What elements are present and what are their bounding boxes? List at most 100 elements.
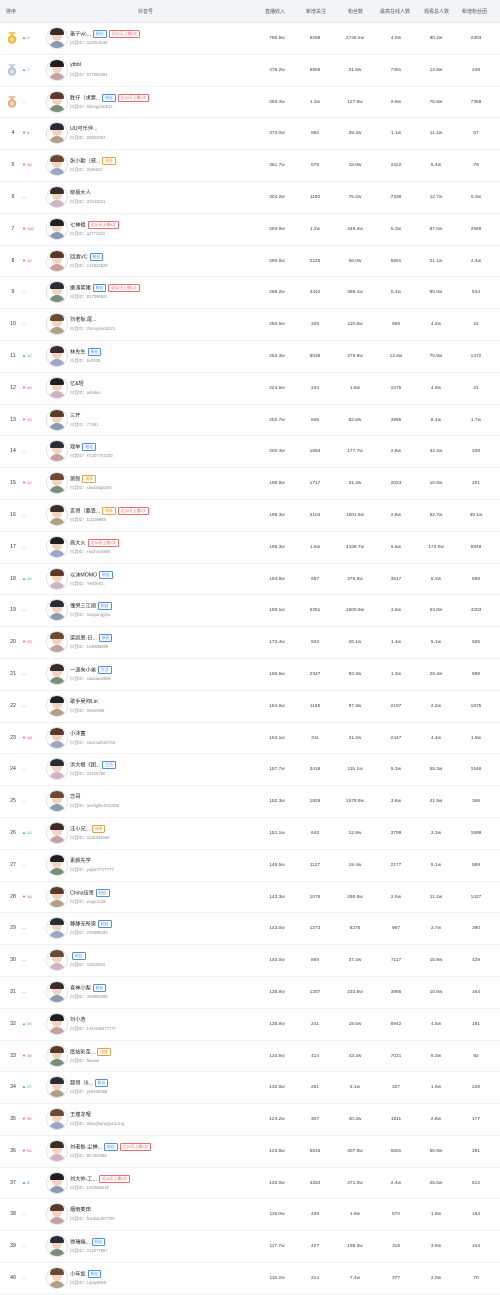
account-name[interactable]: 亿&轻 <box>70 381 84 387</box>
table-row[interactable]: 20 ▼ 23 梁凯恩-日... 新锐 抖音ID：LK8888888 173.4w 943… <box>0 627 500 659</box>
account-name[interactable]: 超哥（6... <box>70 1081 93 1087</box>
table-row[interactable]: 30— 粉丝 抖音ID：11833834 140.0w 869 37.3w 7117 15.… <box>0 945 500 977</box>
table-row[interactable]: 36 ▼ 51 刘老板-尘蝉... 粉丝 近30天上播1次 抖音ID：BC303489 1… <box>0 1136 500 1168</box>
header-viewers[interactable]: 观看总人数 <box>424 8 449 15</box>
table-row[interactable]: 17— 高大火 近30天上播1次 抖音ID：Huohuo6666 195.3w 1.6w… <box>0 532 500 564</box>
avatar[interactable] <box>46 821 68 844</box>
avatar[interactable] <box>46 1171 68 1194</box>
account-name[interactable]: 恋哥 <box>70 794 80 800</box>
table-row[interactable]: 33 ▼ 35 愿站彩圣... 偶像 抖音ID：fkaaas 134.6w 414 43.4… <box>0 1041 500 1073</box>
account-name[interactable]: 胜仔（求票... <box>70 95 100 101</box>
avatar[interactable] <box>46 917 68 940</box>
account-name[interactable]: 一波向小弟 <box>70 667 96 673</box>
account-name[interactable]: 七神祖 <box>70 222 86 228</box>
table-row[interactable]: 28 ▼ 14 China伍哥 粉丝 抖音ID：wuge1128 143.3w 1076 2… <box>0 882 500 914</box>
account-name[interactable]: 小年饭 <box>70 1271 86 1277</box>
account-name[interactable]: 洪大根《团... <box>70 763 100 769</box>
account-name[interactable]: 刘小浩 <box>70 1017 86 1023</box>
table-row[interactable]: 22— 歌手吴帅Lin 抖音ID：Wusn888 164.6w 1168 97.3w 21… <box>0 691 500 723</box>
avatar[interactable] <box>46 1139 68 1162</box>
header-estimated-income[interactable]: 直播收入 <box>265 8 285 15</box>
table-row[interactable]: 12 ▼ 40 亿&轻 抖音ID：antalun 224.6w 244 1.6w 1075 4… <box>0 373 500 405</box>
avatar[interactable] <box>46 980 68 1003</box>
avatar[interactable] <box>46 185 68 208</box>
table-row[interactable]: ▲ 2 墨子vic... 粉丝 近30天上播5次 抖音ID：110814649 785.… <box>0 23 500 55</box>
table-row[interactable]: 13 ▼ 13 三开 抖音ID：77491 202.7w 849 62.8w 3995 8.1… <box>0 405 500 437</box>
table-row[interactable]: 26 ▲ 14 汪小兄... 偶像 抖音ID：1115344568 151.1w 642 1… <box>0 818 500 850</box>
avatar[interactable] <box>46 27 68 49</box>
table-row[interactable]: 21— 一波向小弟 生活 抖音ID：xiaodao3666 166.5w 2347 93.… <box>0 659 500 691</box>
table-row[interactable]: 8 ▼ 12 回游VC 粉丝 抖音ID：144843529 290.8w 2225 56.0… <box>0 246 500 278</box>
avatar[interactable] <box>46 440 68 463</box>
table-row[interactable]: 38— 烟雨麦田 抖音ID：baoban007700 119.0w 426 1.9w 57… <box>0 1199 500 1232</box>
table-row[interactable]: — 胜仔（求票... 粉丝 近30天上播3次 抖音ID：shengzai0521 393… <box>0 87 500 119</box>
avatar[interactable] <box>46 694 68 717</box>
avatar[interactable] <box>46 344 68 367</box>
account-name[interactable]: 回游VC <box>70 254 88 260</box>
avatar[interactable] <box>46 1108 68 1131</box>
avatar[interactable] <box>46 790 68 813</box>
table-row[interactable]: 10— 刘老板.尾... 抖音ID：zhouyinan0221 260.6w 328 1… <box>0 309 500 341</box>
table-row[interactable]: 24— 洪大根《团... 生活 抖音ID：24226760 157.7w 3418 115… <box>0 754 500 787</box>
avatar[interactable] <box>46 217 68 240</box>
table-row[interactable]: 39— 徐瑞端... 粉丝 抖音ID：212277967 117.7w 427 198.3… <box>0 1231 500 1264</box>
account-name[interactable]: 刘老板.尾... <box>70 317 97 323</box>
account-name[interactable]: 嫩涛笑猪 <box>70 286 91 292</box>
account-name[interactable]: 汪小兄... <box>70 826 90 832</box>
avatar[interactable] <box>46 249 68 272</box>
account-name[interactable]: 刘老板-尘蝉... <box>70 1144 102 1150</box>
account-name[interactable]: 高大火 <box>70 540 86 546</box>
account-name[interactable]: 晓晨大人 <box>70 190 91 196</box>
avatar[interactable] <box>46 885 68 908</box>
account-name[interactable]: 烟雨麦田 <box>70 1207 91 1213</box>
account-name[interactable]: 刘大帅-工... <box>70 1176 97 1182</box>
table-row[interactable]: 11 ▲ 10 林先生 粉丝 抖音ID：lin0035 253.3w 6038 279.9w… <box>0 341 500 373</box>
account-name[interactable]: 喜神小梨 <box>70 985 91 991</box>
avatar[interactable] <box>46 535 68 558</box>
account-name[interactable]: 徐瑞端... <box>70 1240 90 1246</box>
avatar[interactable] <box>46 662 68 685</box>
avatar[interactable] <box>46 376 68 399</box>
account-name[interactable]: 张小勤（感... <box>70 159 100 165</box>
account-name[interactable]: 梁凯恩-日... <box>70 636 97 642</box>
avatar[interactable] <box>46 1076 68 1099</box>
table-row[interactable]: 23 ▼ 18 小沐童 抖音ID：xiaomuthe0716 164.1w 311 21.… <box>0 723 500 755</box>
avatar[interactable] <box>46 853 68 876</box>
account-name[interactable]: 三开 <box>70 413 80 419</box>
table-row[interactable]: 9— 嫩涛笑猪 粉丝 近30天上播1次 抖音ID：817396521 268.2w 444… <box>0 277 500 310</box>
account-name[interactable]: 愿站彩圣... <box>70 1049 95 1055</box>
table-row[interactable]: 31— 喜神小梨 粉丝 抖音ID：349994098 138.8w 1257 233.6w… <box>0 977 500 1009</box>
avatar[interactable] <box>46 726 68 749</box>
table-row[interactable]: 14— 观举 粉丝 抖音ID：F2307701030 200.4w 1854 177.7w… <box>0 436 500 469</box>
account-name[interactable]: 歌手吴帅Lin <box>70 699 98 705</box>
account-name[interactable]: 王煌龙哩 <box>70 1112 91 1118</box>
avatar[interactable] <box>46 503 68 526</box>
avatar[interactable] <box>46 1267 68 1290</box>
account-name[interactable]: 言哥（要丢... <box>70 508 100 514</box>
table-row[interactable]: ▲ 7 ytbbl 抖音ID：577964391 479.2w 5659 31.8w 74… <box>0 55 500 87</box>
account-name[interactable]: 小沐童 <box>70 731 86 737</box>
avatar[interactable] <box>46 758 68 781</box>
table-row[interactable]: 27— 素颜先学 抖音ID：yujian7777777 145.5w 1127 19.4… <box>0 850 500 882</box>
table-row[interactable]: 29— 静静无所需 粉丝 抖音ID：276595190 143.0w 1273 8276 9… <box>0 913 500 946</box>
table-row[interactable]: 35 ▼ 30 王煌龙哩 抖音ID：WanghangQunLong 124.2w 307… <box>0 1104 500 1136</box>
table-row[interactable]: 4 ▼ 4 UU可乐伴... 抖音ID：50550397 373.0w 952 39.2w… <box>0 118 500 151</box>
table-row[interactable]: 34 ▲ 27 超哥（6... 粉丝 抖音ID：yy5335368 132.6w 251 9… <box>0 1072 500 1105</box>
account-name[interactable]: 萧郎 <box>70 477 80 483</box>
account-name[interactable]: 以沫MOMO <box>70 572 97 578</box>
table-row[interactable]: 15 ▼ 12 萧郎 偶像 抖音ID：xiaolang5200 196.8w 1717 31… <box>0 468 500 500</box>
table-row[interactable]: 18 ▲ 14 以沫MOMO 粉丝 抖音ID：YMOMO_ 194.8w 687 375.8… <box>0 564 500 596</box>
avatar[interactable] <box>46 122 68 145</box>
account-name[interactable]: 静静无所需 <box>70 922 96 928</box>
table-row[interactable]: 19— 懂哭三江翊 粉丝 抖音ID：Sanjiangyiyu 189.1w 5251 15… <box>0 595 500 628</box>
account-name[interactable]: 林先生 <box>70 349 86 355</box>
avatar[interactable] <box>46 90 68 113</box>
table-row[interactable]: 5 ▼ 16 张小勤（感... 偶像 抖音ID：2y9k623 361.7w 579 18.… <box>0 150 500 182</box>
avatar[interactable] <box>46 58 68 81</box>
account-name[interactable]: 墨子vic... <box>70 31 91 37</box>
table-row[interactable]: 40— 小年饭 粉丝 抖音ID：Lipay6000 116.2w 214 7.4w 377 2… <box>0 1263 500 1295</box>
avatar[interactable] <box>46 154 68 177</box>
account-name[interactable]: 素颜先学 <box>70 858 91 864</box>
avatar[interactable] <box>46 631 68 654</box>
table-row[interactable]: 16— 言哥（要丢... 偶像 近30天上播2次 抖音ID：DJ239888 196.3… <box>0 500 500 532</box>
